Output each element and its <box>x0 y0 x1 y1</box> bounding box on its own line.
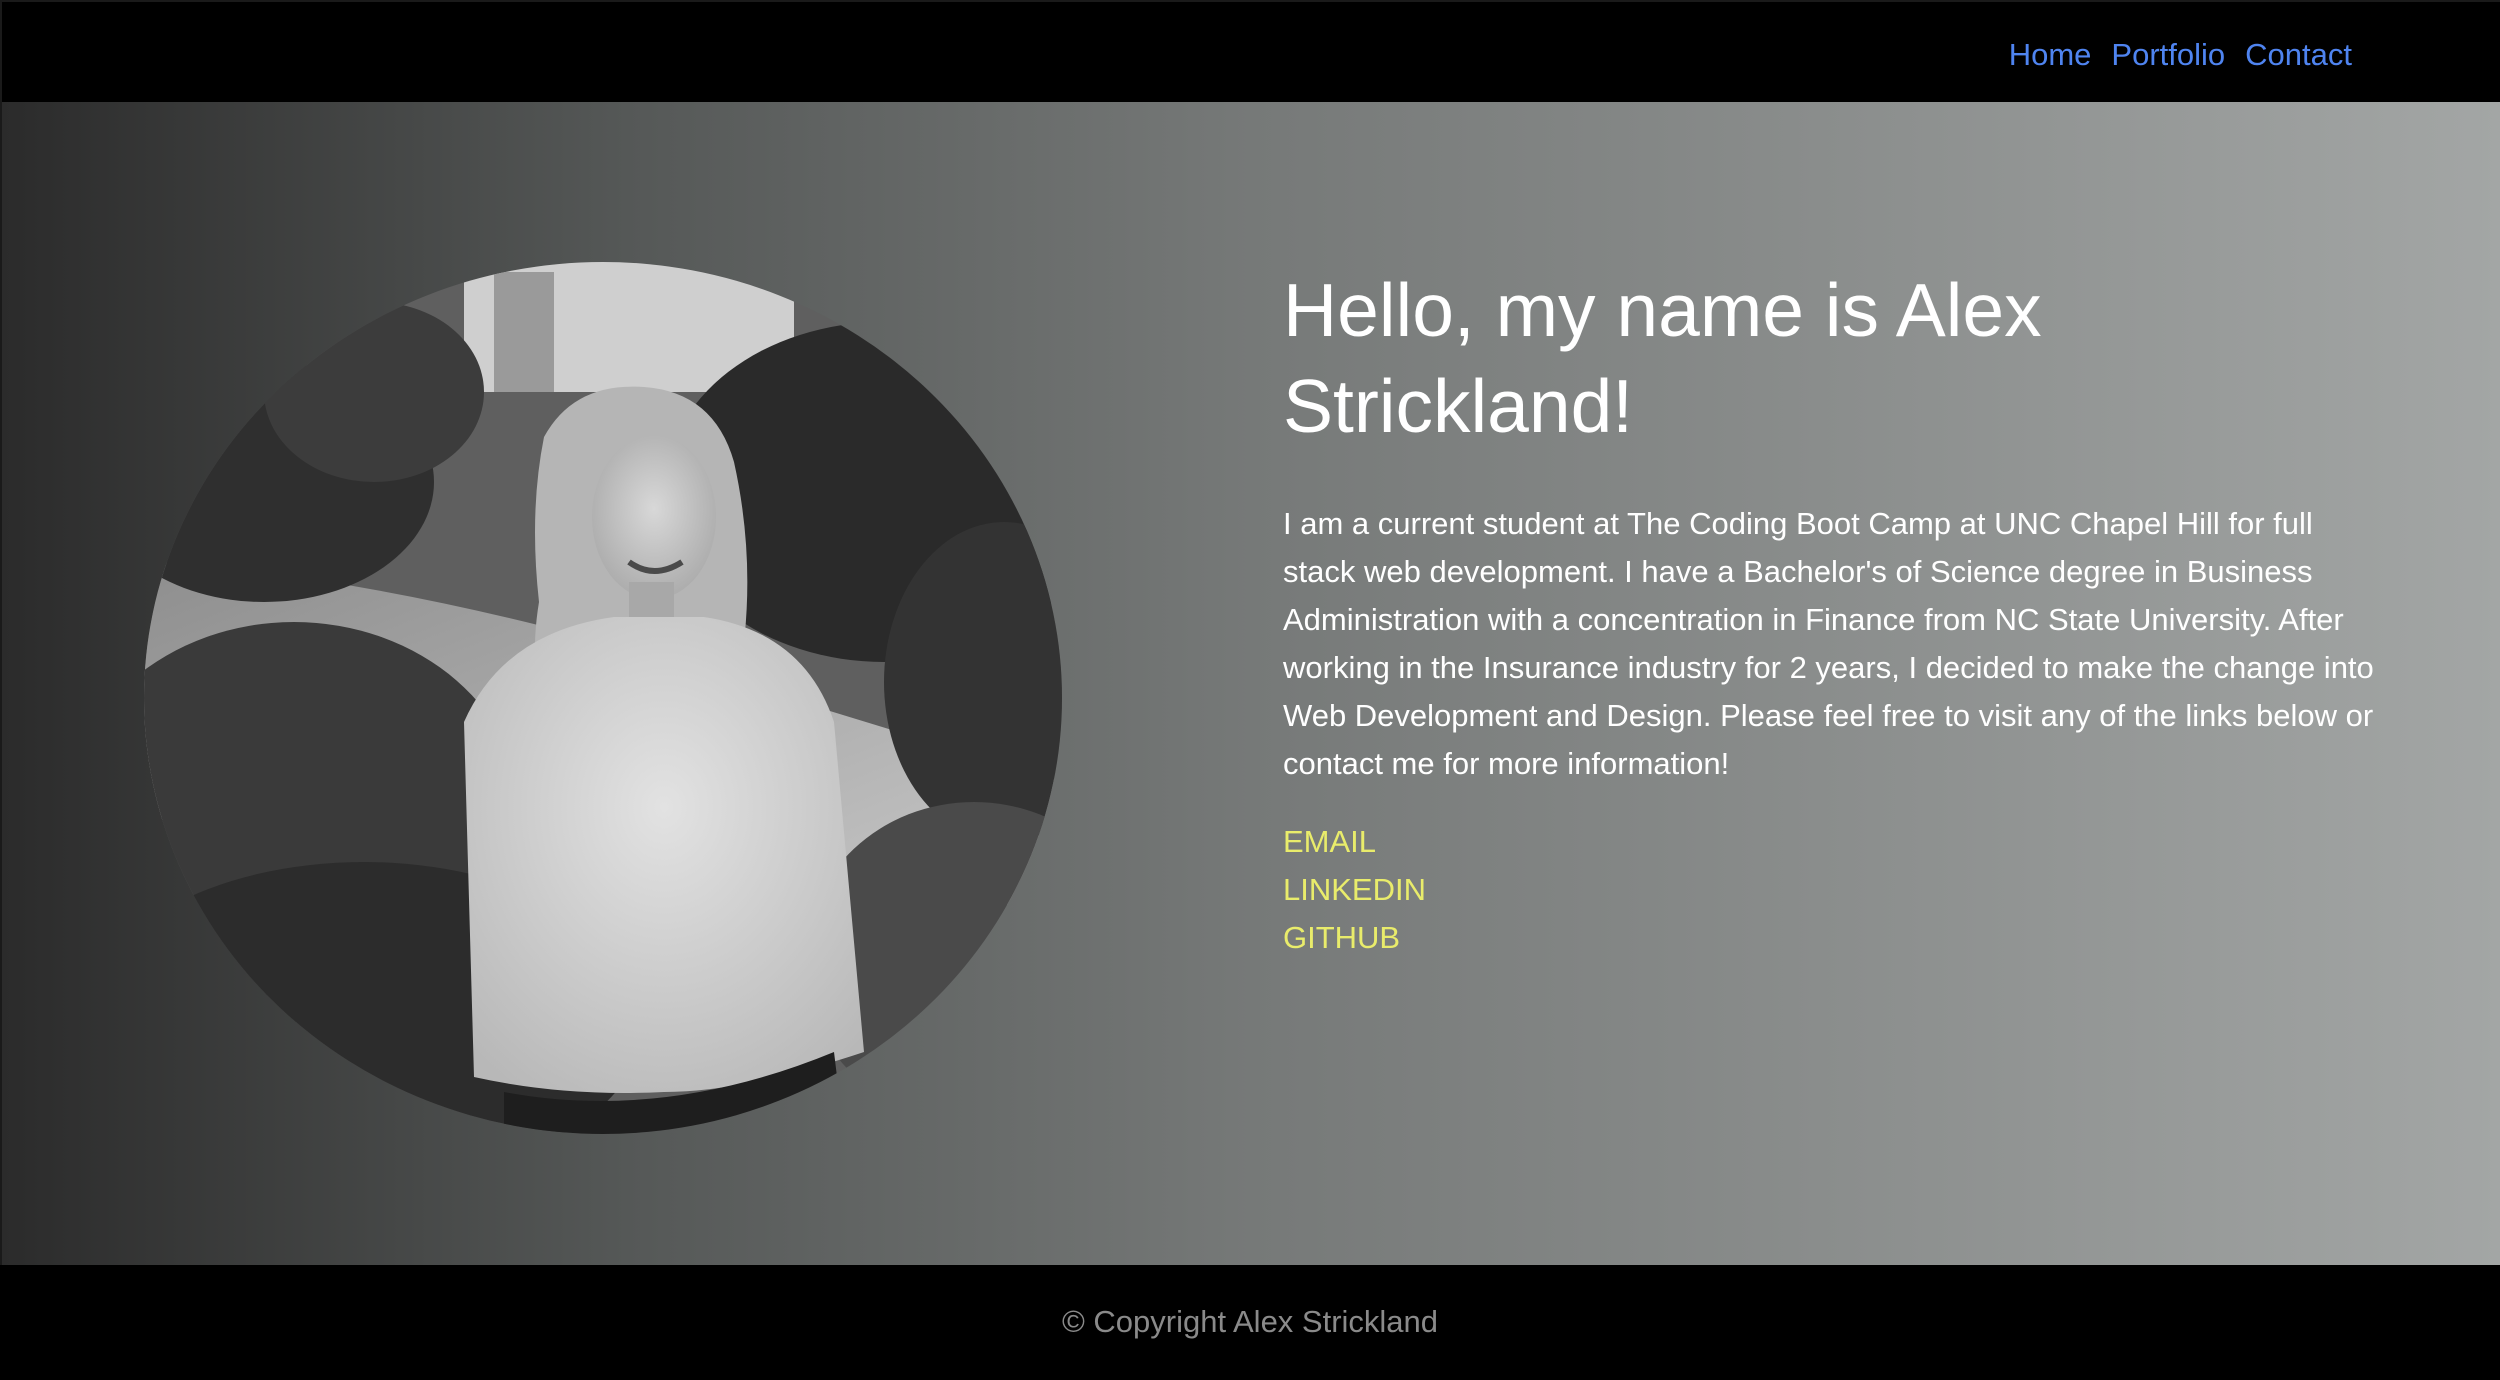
about-section: Hello, my name is Alex Strickland! I am … <box>0 102 2500 1265</box>
footer: © Copyright Alex Strickland <box>0 1265 2500 1380</box>
bio-paragraph: I am a current student at The Coding Boo… <box>1283 506 2374 781</box>
page-title: Hello, my name is Alex Strickland! <box>1283 268 2042 448</box>
email-link[interactable]: EMAIL <box>1283 818 2393 866</box>
nav-link-home[interactable]: Home <box>2009 32 2092 78</box>
external-links: EMAIL LINKEDIN GITHUB <box>1283 818 2393 962</box>
github-link[interactable]: GITHUB <box>1283 914 2393 962</box>
nav-link-portfolio[interactable]: Portfolio <box>2111 32 2225 78</box>
profile-photo <box>144 262 1062 1134</box>
copyright-text: © Copyright Alex Strickland <box>1061 1304 1439 1339</box>
top-navbar: Home Portfolio Contact <box>0 0 2500 102</box>
linkedin-link[interactable]: LINKEDIN <box>1283 866 2393 914</box>
nav-links: Home Portfolio Contact <box>2009 32 2352 78</box>
nav-link-contact[interactable]: Contact <box>2245 32 2352 78</box>
intro-panel: Hello, my name is Alex Strickland! I am … <box>1283 262 2393 962</box>
profile-photo-image <box>144 262 1062 1134</box>
